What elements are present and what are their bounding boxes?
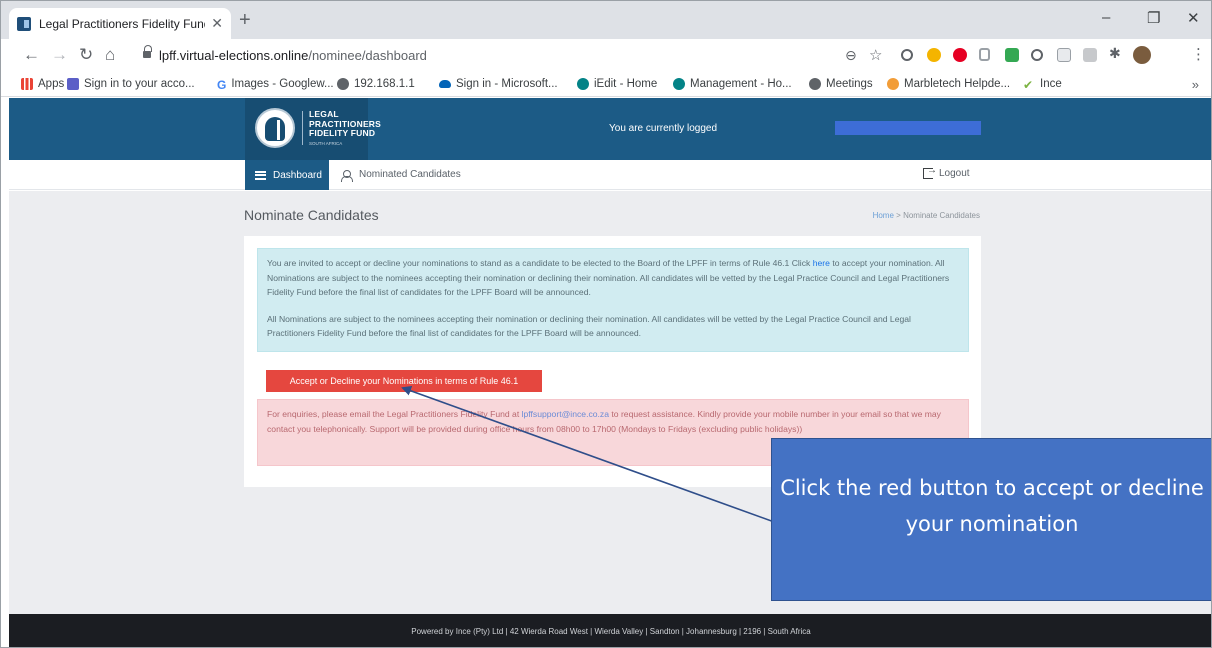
bookmark-teams[interactable]: Sign in to your acco... (67, 78, 195, 90)
bookmark-management[interactable]: Management - Ho... (673, 78, 792, 90)
google-icon: G (217, 78, 227, 92)
extension-gauge-icon[interactable] (1031, 49, 1043, 61)
extension-pdf-icon[interactable] (1083, 48, 1097, 62)
home-icon[interactable]: ⌂ (105, 45, 115, 65)
url-text: lpff.virtual-elections.online/nominee/da… (159, 48, 427, 63)
address-bar[interactable]: lpff.virtual-elections.online/nominee/da… (129, 43, 889, 69)
extensions-puzzle-icon[interactable]: ✱ (1109, 45, 1123, 61)
site-footer: Powered by Ince (Pty) Ltd | 42 Wierda Ro… (9, 614, 1211, 647)
close-window-icon[interactable]: ✕ (1187, 9, 1200, 27)
browser-window: Legal Practitioners Fidelity Fund | ✕ + … (0, 0, 1212, 648)
minimize-icon[interactable]: – (1102, 9, 1110, 26)
reload-icon[interactable]: ↻ (79, 45, 93, 65)
lpff-logo[interactable]: LEGAL PRACTITIONERS FIDELITY FUND SOUTH … (245, 98, 381, 160)
sharepoint-icon (673, 78, 685, 90)
logo-divider (302, 111, 303, 145)
tab-title: Legal Practitioners Fidelity Fund | (39, 16, 206, 31)
breadcrumb: Home > Nominate Candidates (873, 211, 980, 220)
nav-dashboard[interactable]: Dashboard (245, 160, 329, 190)
profile-avatar-icon[interactable] (1133, 46, 1151, 64)
bookmark-google-images[interactable]: G Images - Googlew... (217, 78, 334, 92)
bookmark-meetings[interactable]: Meetings (809, 78, 873, 90)
zoom-icon[interactable]: ⊖ (845, 47, 857, 64)
bookmark-router[interactable]: 192.168.1.1 (337, 78, 415, 90)
site-header: LEGAL PRACTITIONERS FIDELITY FUND SOUTH … (9, 98, 1211, 160)
bookmark-ince[interactable]: ✔ Ince (1023, 78, 1062, 92)
nav-dashboard-label: Dashboard (273, 169, 322, 181)
nav-nominated-candidates[interactable]: Nominated Candidates (341, 169, 461, 182)
breadcrumb-current: Nominate Candidates (903, 211, 980, 220)
logout-icon (923, 165, 937, 179)
logout-label: Logout (939, 168, 970, 179)
sharepoint-icon (577, 78, 589, 90)
menu-kebab-icon[interactable]: ⋮ (1191, 45, 1206, 63)
check-icon: ✔ (1023, 78, 1034, 92)
logo-subtext: SOUTH AFRICA (309, 141, 343, 146)
extension-circle-icon[interactable] (901, 49, 913, 61)
logout-link[interactable]: Logout (923, 165, 970, 179)
bookmark-microsoft[interactable]: Sign in - Microsoft... (439, 78, 558, 90)
info-paragraph-1: You are invited to accept or decline you… (267, 258, 950, 297)
breadcrumb-home[interactable]: Home (873, 211, 894, 220)
accept-decline-button[interactable]: Accept or Decline your Nominations in te… (266, 370, 542, 392)
teams-icon (67, 78, 79, 90)
pinterest-icon[interactable] (953, 48, 967, 62)
extension-orange-icon[interactable] (927, 48, 941, 62)
logo-text: LEGAL PRACTITIONERS FIDELITY FUND (309, 109, 382, 138)
bookmark-apps[interactable]: Apps (21, 78, 64, 90)
new-tab-button[interactable]: + (239, 9, 251, 32)
browser-tab[interactable]: Legal Practitioners Fidelity Fund | ✕ (9, 8, 231, 39)
info-paragraph-2: All Nominations are subject to the nomin… (267, 313, 911, 339)
page-title: Nominate Candidates (244, 207, 379, 223)
bookmark-star-icon[interactable]: ☆ (869, 46, 882, 64)
onedrive-icon (439, 80, 451, 88)
lpff-favicon-icon (17, 16, 31, 31)
more-bookmarks-icon[interactable]: » (1192, 77, 1199, 92)
browser-toolbar: ← → ↻ ⌂ lpff.virtual-elections.online/no… (1, 39, 1211, 73)
globe-icon (337, 78, 349, 90)
main-nav: Dashboard Nominated Candidates Logout (9, 160, 1211, 190)
globe-icon (809, 78, 821, 90)
extension-qr-icon[interactable] (1057, 48, 1071, 62)
info-alert: You are invited to accept or decline you… (257, 248, 969, 352)
restore-icon[interactable]: ❐ (1147, 9, 1160, 27)
redacted-username (835, 121, 981, 135)
tab-strip: Legal Practitioners Fidelity Fund | ✕ + … (1, 1, 1211, 39)
bookmark-iedit[interactable]: iEdit - Home (577, 78, 657, 90)
lock-icon (143, 45, 152, 59)
back-icon[interactable]: ← (23, 45, 40, 65)
lpff-emblem-icon (255, 108, 295, 148)
forward-icon[interactable]: → (51, 45, 68, 65)
hamburger-icon (255, 170, 266, 180)
bookmark-marbletech[interactable]: Marbletech Helpde... (887, 78, 1010, 90)
support-email-link[interactable]: lpffsupport@ince.co.za (522, 409, 609, 419)
close-tab-icon[interactable]: ✕ (211, 15, 223, 32)
bookmarks-bar: Apps Sign in to your acco... G Images - … (1, 73, 1211, 97)
extension-green-icon[interactable] (1005, 48, 1019, 62)
apps-grid-icon (21, 78, 33, 90)
logged-in-text: You are currently logged (609, 123, 718, 134)
breadcrumb-separator: > (896, 211, 901, 220)
nav-nominated-label: Nominated Candidates (359, 169, 461, 180)
instruction-callout: Click the red button to accept or declin… (771, 438, 1211, 601)
helpdesk-icon (887, 78, 899, 90)
accept-here-link[interactable]: here (813, 258, 830, 268)
person-icon (341, 169, 353, 182)
extension-grey-icon[interactable] (979, 48, 990, 61)
